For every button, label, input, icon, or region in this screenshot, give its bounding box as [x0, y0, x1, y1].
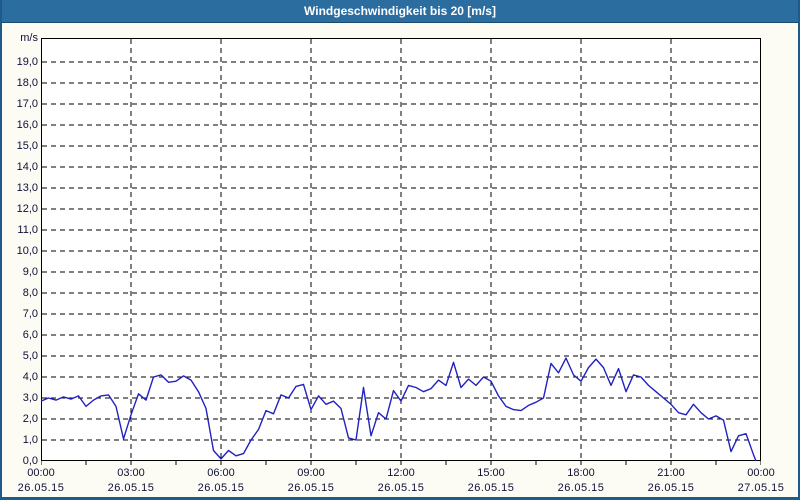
y-tick-label: 18,0	[16, 77, 38, 89]
y-tick-label: 19,0	[16, 56, 38, 68]
x-tick-date-label: 26.05.15	[467, 482, 515, 494]
x-tick-date-label: 26.05.15	[17, 482, 65, 494]
x-tick-time-label: 15:00	[477, 467, 505, 479]
x-tick-date-label: 26.05.15	[197, 482, 245, 494]
x-tick-time-label: 18:00	[567, 467, 595, 479]
y-tick-label: 14,0	[16, 161, 38, 173]
y-tick-label: 7,0	[22, 308, 38, 320]
x-tick-time-label: 06:00	[207, 467, 235, 479]
chart-window: Windgeschwindigkeit bis 20 [m/s] m/s 0,0…	[0, 0, 800, 500]
x-tick-time-label: 03:00	[117, 467, 145, 479]
y-tick-label: 11,0	[17, 224, 38, 236]
y-tick-label: 6,0	[22, 329, 38, 341]
y-tick-label: 9,0	[22, 266, 38, 278]
chart-title: Windgeschwindigkeit bis 20 [m/s]	[304, 4, 496, 18]
y-tick-label: 12,0	[16, 203, 38, 215]
y-tick-label: 13,0	[16, 182, 38, 194]
x-tick-date-label: 26.05.15	[647, 482, 695, 494]
x-tick-time-label: 21:00	[657, 467, 685, 479]
y-tick-label: 8,0	[22, 287, 38, 299]
y-tick-label: 5,0	[22, 350, 38, 362]
y-tick-label: 2,0	[22, 413, 38, 425]
x-tick-date-label: 26.05.15	[107, 482, 155, 494]
x-tick-time-label: 00:00	[27, 467, 55, 479]
y-tick-label: 15,0	[16, 140, 38, 152]
y-tick-label: 4,0	[22, 371, 38, 383]
x-tick-date-label: 26.05.15	[377, 482, 425, 494]
plot-canvas	[41, 38, 761, 465]
x-tick-time-label: 09:00	[297, 467, 325, 479]
y-axis-unit-label: m/s	[20, 32, 38, 44]
y-tick-label: 17,0	[16, 98, 38, 110]
x-tick-date-label: 27.05.15	[737, 482, 785, 494]
x-tick-time-label: 00:00	[747, 467, 775, 479]
x-tick-time-label: 12:00	[387, 467, 415, 479]
title-bar: Windgeschwindigkeit bis 20 [m/s]	[2, 0, 798, 23]
y-tick-label: 3,0	[22, 392, 38, 404]
y-tick-label: 1,0	[22, 434, 38, 446]
y-tick-label: 16,0	[16, 119, 38, 131]
chart-area: m/s 0,0 1,0 2,0 3,0 4,0 5,0 6,0 7,0 8,0 9,0 10,0 11…	[2, 23, 798, 497]
y-tick-label: 10,0	[16, 245, 38, 257]
x-tick-date-label: 26.05.15	[287, 482, 335, 494]
x-tick-date-label: 26.05.15	[557, 482, 605, 494]
